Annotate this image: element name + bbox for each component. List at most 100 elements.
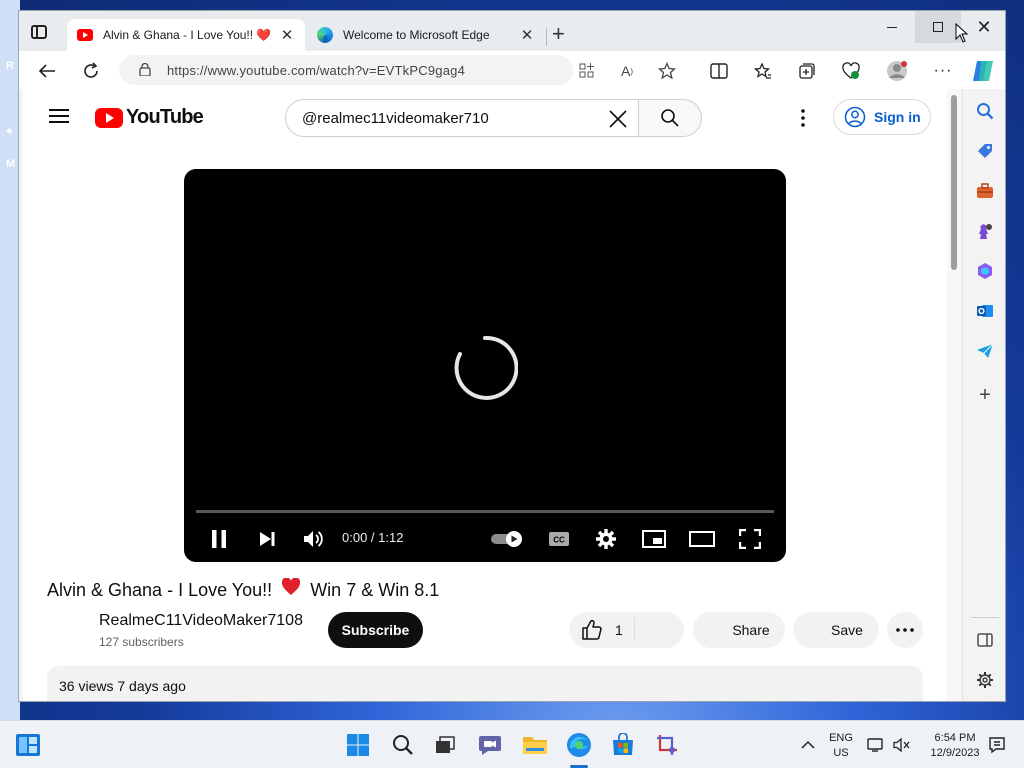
taskbar-search-button[interactable] [389,731,417,759]
like-button[interactable]: 1 [569,612,684,648]
volume-button[interactable] [300,524,328,554]
close-tab-icon[interactable]: ✕ [519,26,535,44]
minimize-button[interactable] [869,11,915,43]
chevron-up-icon [801,740,815,749]
thumbs-up-icon [582,619,602,640]
edge-browser-window: Alvin & Ghana - I Love You!! ❤️ ✕ Welcom… [18,10,1006,702]
tab-actions-icon[interactable] [31,25,47,39]
save-button[interactable]: Save [793,612,879,648]
captions-icon: CC [549,532,569,546]
theater-mode-button[interactable] [688,524,716,554]
youtube-logo[interactable]: YouTube [95,106,204,129]
channel-name[interactable]: RealmeC11VideoMaker7108 [99,612,303,630]
tab-strip: Alvin & Ghana - I Love You!! ❤️ ✕ Welcom… [19,11,1005,51]
sidebar-outlook-icon[interactable] [975,301,995,321]
new-tab-button[interactable]: + [552,23,565,45]
tab-title: Welcome to Microsoft Edge [343,28,490,42]
read-aloud-icon[interactable]: A) [615,59,639,83]
desktop-icon-label: M [6,158,16,170]
edge-favicon-icon [317,27,333,43]
autoplay-icon [491,531,522,547]
favorite-star-icon[interactable] [655,59,679,83]
guide-menu-icon[interactable] [49,109,69,123]
more-actions-button[interactable] [887,612,923,648]
profile-avatar[interactable] [885,59,909,83]
task-view-button[interactable] [431,731,459,759]
snipping-tool-icon [657,735,677,755]
save-label: Save [831,622,863,638]
collections-icon[interactable] [795,59,819,83]
close-tab-icon[interactable]: ✕ [279,26,295,44]
clock-time: 6:54 PM [934,732,976,744]
search-button[interactable] [638,99,702,137]
app-available-icon[interactable] [575,59,599,83]
clear-search-icon[interactable] [608,109,628,129]
mouse-cursor-icon [955,23,969,43]
sidebar-drop-icon[interactable] [975,341,995,361]
tab-divider [546,28,547,46]
more-horizontal-icon [896,628,914,632]
theater-icon [689,531,715,547]
sign-in-button[interactable]: Sign in [833,99,931,135]
split-screen-icon[interactable] [707,59,731,83]
input-language[interactable]: ENG US [826,731,856,761]
more-options-icon[interactable] [801,109,805,127]
settings-button[interactable] [593,524,619,554]
miniplayer-button[interactable] [640,524,668,554]
file-explorer-button[interactable] [521,731,549,759]
sidebar-settings-icon[interactable] [975,670,995,690]
sidebar-shopping-icon[interactable] [975,141,995,161]
browser-essentials-icon[interactable] [839,59,863,83]
description-box[interactable]: 36 views 7 days ago [47,666,923,701]
gear-icon [596,529,616,549]
sidebar-microsoft365-icon[interactable] [975,261,995,281]
autoplay-toggle[interactable] [489,524,525,554]
favorites-icon[interactable] [751,59,775,83]
volume-muted-icon[interactable] [890,731,914,759]
address-bar[interactable]: https://www.youtube.com/watch?v=EVTkPC9g… [119,55,573,85]
start-button[interactable] [344,731,372,759]
clock[interactable]: 6:54 PM 12/9/2023 [922,731,988,761]
video-player[interactable]: 0:00 / 1:12 CC [184,169,786,562]
tab-edge-welcome[interactable]: Welcome to Microsoft Edge ✕ [307,19,545,51]
edge-sidebar: + [962,89,1005,701]
show-hidden-icons-button[interactable] [794,731,822,759]
desktop-icon-recycle[interactable]: R [6,60,14,72]
copilot-icon[interactable] [971,59,995,83]
sign-in-label: Sign in [874,109,921,125]
notifications-icon[interactable] [984,731,1010,759]
desktop-edge [0,0,20,720]
next-button[interactable] [254,524,280,554]
pause-button[interactable] [206,524,232,554]
settings-more-icon[interactable]: ··· [931,59,955,83]
svg-text:CC: CC [553,536,565,545]
store-button[interactable] [609,731,637,759]
share-button[interactable]: Share [693,612,785,648]
sidebar-tools-icon[interactable] [975,181,995,201]
lock-icon[interactable] [139,63,151,76]
search-icon [393,735,413,755]
progress-bar[interactable] [196,510,774,513]
sidebar-search-icon[interactable] [975,101,995,121]
widgets-icon[interactable] [14,731,42,759]
tab-youtube[interactable]: Alvin & Ghana - I Love You!! ❤️ ✕ [67,19,305,51]
snipping-tool-button[interactable] [653,731,681,759]
teams-chat-button[interactable] [476,731,504,759]
scrollbar-thumb[interactable] [951,95,957,270]
sidebar-add-icon[interactable]: + [975,384,995,406]
sidebar-games-icon[interactable] [975,221,995,241]
page-scrollbar[interactable] [947,89,961,701]
refresh-button[interactable] [79,59,103,83]
search-input[interactable]: @realmec11videomaker710 [285,99,639,137]
desktop-icon-edge[interactable]: ● [6,125,13,137]
edge-taskbar-button[interactable] [565,731,593,759]
account-icon [844,106,866,128]
captions-button[interactable]: CC [546,524,572,554]
keyboard-region: US [833,747,849,759]
network-icon[interactable] [864,731,888,759]
loading-spinner-icon [454,335,518,400]
fullscreen-button[interactable] [737,524,763,554]
back-button[interactable] [35,59,59,83]
subscribe-button[interactable]: Subscribe [328,612,423,648]
sidebar-hide-icon[interactable] [975,630,995,650]
